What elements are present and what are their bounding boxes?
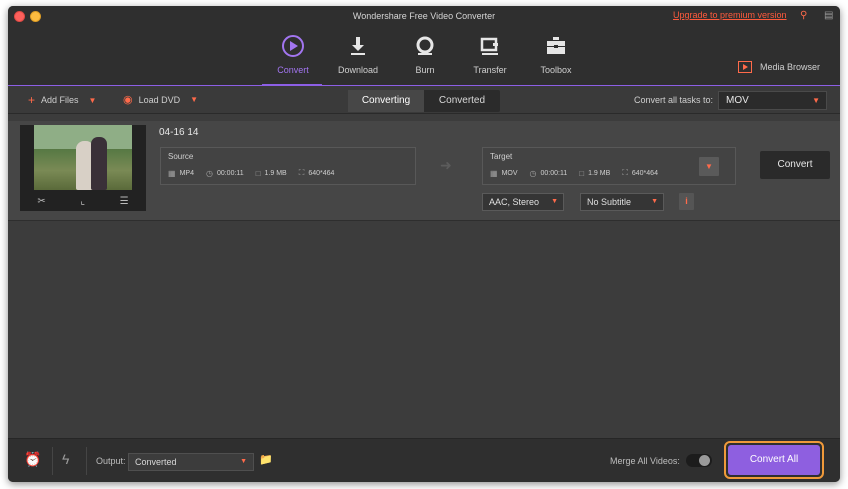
lightning-icon[interactable]: ϟ [62, 451, 69, 467]
arrow-right-icon: ➜ [440, 157, 452, 173]
search-icon[interactable]: ⚲ [800, 10, 807, 21]
resolution-icon: ⛶ [622, 168, 628, 177]
output-format-value: MOV [726, 95, 749, 106]
divider [86, 447, 87, 475]
source-title: Source [168, 152, 194, 161]
burn-icon [416, 36, 434, 55]
toggle-knob [699, 455, 710, 466]
toolbox-icon [547, 37, 565, 54]
subtitle-select[interactable]: No Subtitle ▼ [580, 193, 664, 211]
target-info: Target ▦ MOV ◷ 00:00:11 □ 1.9 MB ⛶ 640*4… [482, 147, 736, 185]
file-item: ✂ ⌞ ☰ 04-16 14 Source ▦ MP4 ◷ 00:00:11 □… [8, 121, 840, 221]
chevron-down-icon: ▼ [812, 96, 820, 105]
nav-convert-label: Convert [277, 65, 309, 75]
output-folder-value: Converted [135, 457, 177, 467]
target-size: 1.9 MB [588, 169, 611, 177]
video-thumbnail-panel: ✂ ⌞ ☰ [20, 125, 146, 211]
dvd-icon: ◉ [123, 94, 133, 106]
load-dvd-label: Load DVD [138, 94, 181, 105]
edit-tools: ✂ ⌞ ☰ [20, 191, 146, 211]
media-browser-button[interactable]: Media Browser [738, 61, 820, 73]
nav-download-label: Download [337, 65, 379, 75]
target-title: Target [490, 152, 513, 161]
convert-all-button[interactable]: Convert All [724, 441, 824, 479]
video-thumbnail[interactable] [34, 125, 132, 190]
chevron-down-icon: ▼ [551, 198, 558, 205]
target-format: MOV [501, 169, 518, 177]
info-icon[interactable]: i [679, 193, 694, 210]
convert-icon [282, 35, 304, 57]
merge-all-toggle[interactable] [686, 454, 712, 467]
tab-converted[interactable]: Converted [424, 90, 500, 112]
source-size: 1.9 MB [264, 169, 287, 177]
add-files-button[interactable]: + Add Files ▼ [28, 93, 96, 107]
nav-toolbox-label: Toolbox [540, 65, 572, 75]
add-files-label: Add Files [41, 95, 79, 105]
transfer-icon [480, 37, 498, 55]
nav-burn[interactable]: Burn [393, 34, 457, 75]
chevron-down-icon[interactable]: ▼ [89, 96, 97, 105]
file-list-empty-area [8, 222, 840, 438]
film-icon: ▦ [168, 168, 176, 178]
chevron-down-icon[interactable]: ▼ [190, 95, 198, 104]
audio-value: AAC, Stereo [489, 197, 540, 207]
clock-icon: ◷ [205, 168, 213, 178]
bottom-bar: ⏰ ϟ Output: Converted ▼ 📁 Merge All Vide… [8, 438, 840, 482]
nav-download[interactable]: Download [326, 34, 390, 75]
tab-converting[interactable]: Converting [348, 90, 424, 112]
film-icon: ▦ [490, 168, 498, 178]
status-tabs: Converting Converted [348, 90, 500, 112]
plus-icon: + [28, 93, 36, 107]
trim-icon[interactable]: ✂ [37, 196, 45, 207]
source-info: Source ▦ MP4 ◷ 00:00:11 □ 1.9 MB ⛶ 640*4… [160, 147, 416, 185]
nav-burn-label: Burn [415, 65, 435, 75]
source-duration: 00:00:11 [216, 169, 244, 177]
merge-all-label: Merge All Videos: [610, 456, 680, 466]
download-icon [351, 37, 365, 55]
clock-icon: ◷ [529, 168, 537, 178]
nav-transfer-label: Transfer [473, 65, 507, 75]
nav-convert[interactable]: Convert [261, 34, 325, 75]
convert-button[interactable]: Convert [760, 151, 830, 179]
file-name: 04-16 14 [159, 127, 199, 138]
target-format-dropdown[interactable]: ▼ [699, 157, 719, 176]
convert-all-label: Convert All [728, 445, 820, 475]
folder-icon: □ [579, 168, 585, 178]
media-browser-label: Media Browser [760, 62, 821, 72]
source-resolution: 640*464 [308, 169, 335, 177]
effects-icon[interactable]: ☰ [120, 196, 129, 207]
chevron-down-icon: ▼ [240, 458, 247, 465]
app-window: Wondershare Free Video Converter Upgrade… [8, 6, 840, 482]
folder-icon: □ [255, 168, 261, 178]
source-format: MP4 [179, 169, 194, 177]
target-duration: 00:00:11 [540, 169, 568, 177]
media-browser-icon [738, 61, 752, 73]
load-dvd-button[interactable]: ◉ Load DVD ▼ [123, 93, 198, 106]
nav-toolbox[interactable]: Toolbox [524, 34, 588, 75]
output-label: Output: [96, 456, 126, 466]
main-nav: Convert Download Burn Transfer Toolbox M… [8, 28, 840, 86]
title-bar: Wondershare Free Video Converter Upgrade… [8, 6, 840, 28]
upgrade-link[interactable]: Upgrade to premium version [673, 10, 787, 20]
divider [52, 447, 53, 475]
subtitle-value: No Subtitle [587, 197, 632, 207]
open-folder-icon[interactable]: 📁 [259, 453, 273, 466]
resolution-icon: ⛶ [298, 168, 305, 177]
nav-transfer[interactable]: Transfer [458, 34, 522, 75]
crop-icon[interactable]: ⌞ [80, 196, 85, 207]
feedback-icon[interactable]: ▤ [824, 10, 833, 21]
chevron-down-icon: ▼ [651, 198, 658, 205]
output-format-select[interactable]: MOV ▼ [718, 91, 827, 110]
output-folder-select[interactable]: Converted ▼ [128, 453, 254, 471]
alarm-clock-icon[interactable]: ⏰ [24, 451, 41, 468]
target-resolution: 640*464 [631, 169, 658, 177]
sub-toolbar: + Add Files ▼ ◉ Load DVD ▼ Converting Co… [8, 86, 840, 114]
audio-select[interactable]: AAC, Stereo ▼ [482, 193, 564, 211]
convert-all-to-label: Convert all tasks to: [634, 95, 714, 105]
